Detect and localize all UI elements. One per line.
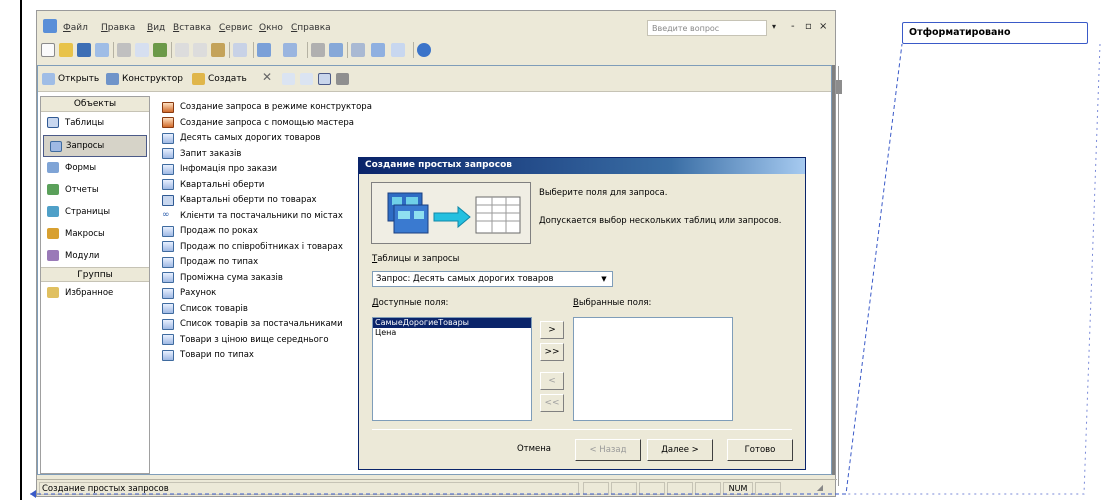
- comment-connector: [30, 43, 1101, 498]
